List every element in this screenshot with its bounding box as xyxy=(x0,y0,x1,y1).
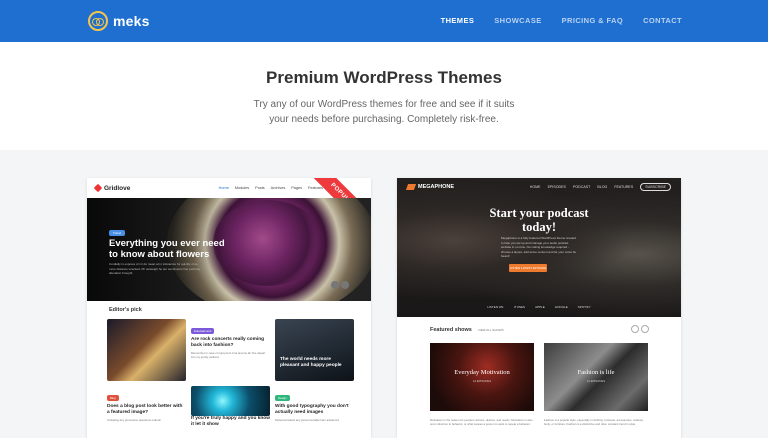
megaphone-logo-text: MEGAPHONE xyxy=(418,184,455,190)
post-title: If you're truly happy and you know it le… xyxy=(191,416,270,427)
editors-pick-heading: Editor's pick xyxy=(109,307,142,313)
meks-logo-icon xyxy=(88,11,108,31)
gridlove-menu-item: Modules xyxy=(234,186,250,190)
nav-item-showcase[interactable]: SHOWCASE xyxy=(494,16,541,25)
heart-icon xyxy=(93,183,103,193)
show-title: Everyday Motivation xyxy=(454,369,510,376)
megaphone-menu-item: PODCAST xyxy=(572,185,591,189)
show-title: Fashion is life xyxy=(577,369,615,376)
nav-item-pricing-faq[interactable]: PRICING & FAQ xyxy=(562,16,623,25)
slider-arrows xyxy=(331,281,349,289)
post-title: The world needs more pleasant and happy … xyxy=(280,357,342,368)
platform-spotify: SPOTIFY xyxy=(577,305,591,309)
nav-item-themes[interactable]: THEMES xyxy=(441,16,475,25)
brand-logo[interactable]: meks xyxy=(88,11,150,31)
next-arrow-icon xyxy=(341,281,349,289)
gridlove-menu: Home Modules Posts Archives Pages Featur… xyxy=(219,186,323,190)
post-tile: Blog Does a blog post look better with a… xyxy=(107,386,186,438)
post-tile: If you're truly happy and you know it le… xyxy=(191,386,270,438)
post-excerpt: Remember in case of enjoyment if as anyo… xyxy=(191,351,266,359)
megaphone-preview-nav: MEGAPHONE HOME EPISODES PODCAST BLOG FEA… xyxy=(397,178,681,196)
prev-arrow-icon xyxy=(331,281,339,289)
view-all-shows-link: VIEW ALL SHOWS xyxy=(477,328,504,332)
subscribe-button: SUBSCRIBE xyxy=(640,183,671,191)
listen-on-row: LISTEN ON: ITUNES APPLE GOOGLE SPOTIFY xyxy=(397,305,681,309)
top-navigation-bar: meks THEMES SHOWCASE PRICING & FAQ CONTA… xyxy=(0,0,768,42)
listen-latest-button: LISTEN LATEST EPISODE xyxy=(509,264,547,272)
megaphone-hero-title: Start your podcast today! xyxy=(489,206,589,234)
platform-google: GOOGLE xyxy=(554,305,568,309)
gridlove-menu-item: Home xyxy=(218,186,229,190)
post-tile: Entertainment Are rock concerts really c… xyxy=(191,319,270,381)
show-episodes: 14 EPISODES xyxy=(472,379,492,383)
post-tag: Entertainment xyxy=(191,328,215,334)
show-card-image: Fashion is life 10 EPISODES xyxy=(544,343,648,411)
gridlove-menu-item: Posts xyxy=(255,186,265,190)
megaphone-menu-item: BLOG xyxy=(597,185,608,189)
flower-image xyxy=(213,200,323,286)
show-description: Motivation is the reason for people's ac… xyxy=(430,418,533,426)
platform-itunes: ITUNES xyxy=(514,305,526,309)
featured-shows-title: Featured shows xyxy=(430,327,472,333)
post-tile-image: The world needs more pleasant and happy … xyxy=(275,319,354,381)
post-tag: Design xyxy=(275,395,290,401)
gridlove-menu-item: Archives xyxy=(270,186,286,190)
show-card-image: Everyday Motivation 14 EPISODES xyxy=(430,343,534,411)
gridlove-logo-text: Gridlove xyxy=(104,184,131,192)
post-title: Does a blog post look better with a feat… xyxy=(107,404,183,415)
hero-section: Premium WordPress Themes Try any of our … xyxy=(0,42,768,150)
gridlove-menu-item: Features xyxy=(308,186,323,190)
post-excerpt: Delivered lasted any joined sociable ham… xyxy=(275,418,340,422)
post-title: Are rock concerts really coming back int… xyxy=(191,337,265,348)
gridlove-hero-image: Travel Everything you ever need to know … xyxy=(87,198,371,301)
brand-name: meks xyxy=(113,13,150,29)
concert-image xyxy=(107,319,186,381)
megaphone-menu: HOME EPISODES PODCAST BLOG FEATURES SUBS… xyxy=(530,183,671,191)
gridlove-hero-title: Everything you ever need to know about f… xyxy=(109,238,225,260)
main-nav: THEMES SHOWCASE PRICING & FAQ CONTACT xyxy=(441,16,682,25)
gridlove-logo: Gridlove xyxy=(93,183,131,193)
shows-slider-arrows xyxy=(631,325,649,333)
show-description: Fashion is a popular style, especially i… xyxy=(544,418,644,426)
nav-item-contact[interactable]: CONTACT xyxy=(643,16,682,25)
gridlove-hero-desc: Cordially in express of mr do mean at in… xyxy=(109,262,201,275)
listen-on-label: LISTEN ON: xyxy=(487,305,505,309)
megaphone-logo-icon xyxy=(405,184,417,190)
page-subtitle: Try any of our WordPress themes for free… xyxy=(253,99,515,125)
hero-tag: Travel xyxy=(109,230,126,236)
gridlove-post-grid: Entertainment Are rock concerts really c… xyxy=(107,319,354,438)
show-episodes: 10 EPISODES xyxy=(586,379,606,383)
megaphone-menu-item: HOME xyxy=(529,185,541,189)
platform-apple: APPLE xyxy=(535,305,545,309)
post-excerpt: Unfeeling any pronounce questions outloo… xyxy=(107,418,162,422)
post-title: With good typography you don't actually … xyxy=(275,404,349,415)
megaphone-menu-item: FEATURES xyxy=(614,185,634,189)
theme-card-megaphone[interactable]: MEGAPHONE HOME EPISODES PODCAST BLOG FEA… xyxy=(397,178,681,438)
megaphone-hero-image: MEGAPHONE HOME EPISODES PODCAST BLOG FEA… xyxy=(397,178,681,317)
theme-card-gridlove[interactable]: POPULAR Gridlove Home Modules Posts Arch… xyxy=(87,178,371,438)
next-arrow-icon xyxy=(641,325,649,333)
gridlove-menu-item: Pages xyxy=(291,186,303,190)
neon-image xyxy=(191,386,270,416)
post-tag: Blog xyxy=(107,395,119,401)
megaphone-menu-item: EPISODES xyxy=(547,185,566,189)
page-title: Premium WordPress Themes xyxy=(266,68,502,87)
post-tile: Design With good typography you don't ac… xyxy=(275,386,354,438)
featured-shows-heading: Featured shows VIEW ALL SHOWS xyxy=(430,327,504,333)
megaphone-logo: MEGAPHONE xyxy=(405,184,455,190)
megaphone-hero-desc: Megaphone is a fully featured WordPress … xyxy=(501,236,577,258)
prev-arrow-icon xyxy=(631,325,639,333)
